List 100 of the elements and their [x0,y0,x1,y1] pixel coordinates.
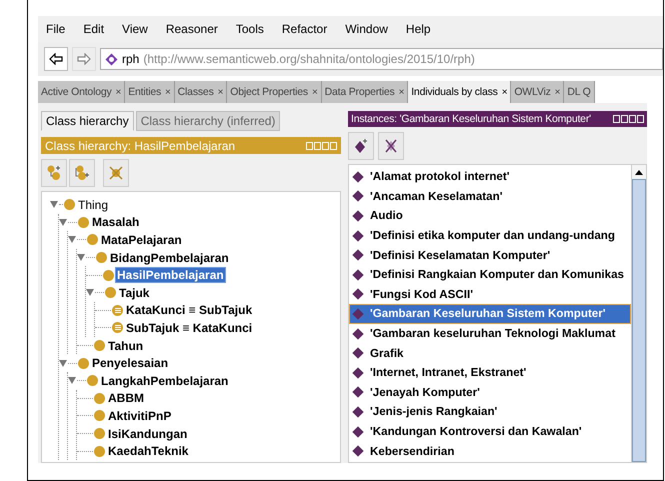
menu-item[interactable]: View [122,22,148,36]
menu-item[interactable]: File [46,22,66,36]
menu-item[interactable]: Edit [83,22,104,36]
close-icon[interactable]: × [165,86,171,98]
individual-icon [352,328,364,340]
individual-item[interactable]: Kebersendirian [349,441,631,461]
individual-item[interactable]: 'Ancaman Keselamatan' [349,186,631,206]
delete-icon [383,138,399,154]
individual-item[interactable]: Audio [349,206,631,226]
individual-item[interactable]: 'Jenis-jenis Rangkaian' [349,402,631,422]
individual-item[interactable]: 'Gambaran Keseluruhan Sistem Komputer' [349,304,631,324]
ontology-icon [105,52,118,66]
right-arrow-icon [77,53,91,65]
expand-arrow-icon[interactable] [68,236,76,244]
tree-item[interactable]: BidangPembelajaran [109,250,230,265]
close-icon[interactable]: × [116,86,122,98]
individual-icon [352,171,364,182]
left-arrow-icon [49,53,63,65]
close-icon[interactable]: × [398,86,404,98]
menu-item[interactable]: Refactor [282,22,328,36]
tab[interactable]: Classes × [174,81,228,103]
tab[interactable]: Entities × [125,81,175,103]
individual-icon [352,308,364,320]
individual-item[interactable]: 'Definisi Keselamatan Komputer' [349,245,631,265]
class-icon [87,234,98,246]
expand-arrow-icon[interactable] [59,218,67,226]
individual-icon [352,269,364,280]
tree-item[interactable]: Penyelesaian [91,356,170,370]
close-icon[interactable]: × [312,86,318,98]
class-icon [94,446,105,457]
tab[interactable]: OWLViz × [511,81,564,103]
add-sibling-button[interactable] [69,159,95,187]
individual-item[interactable]: 'Gambaran keseluruhan Teknologi Maklumat [349,324,631,344]
expand-arrow-icon[interactable] [68,377,76,384]
individual-icon [352,250,364,261]
tree-item[interactable]: SubTajuk ≡ KataKunci [125,320,254,335]
tab[interactable]: Data Properties × [322,81,408,103]
scrollbar[interactable] [631,165,646,462]
class-icon [105,287,116,298]
individual-icon [352,288,364,300]
add-individual-button[interactable] [348,132,374,160]
tree-item[interactable]: IsiKandungan [107,426,188,441]
menu-item[interactable]: Reasoner [166,22,218,36]
individual-item[interactable]: Grafik [349,343,631,363]
individual-icon [352,386,364,398]
individual-icon [352,406,364,418]
add-sibling-icon [74,165,90,181]
ontology-iri-field[interactable]: rph (http://www.semanticweb.org/shahnita/ontologies/2015/10/rph) [100,48,663,70]
tab[interactable]: DL Q [564,81,595,103]
class-icon [94,340,105,352]
tree-item[interactable]: Tahun [107,338,144,353]
tree-item[interactable]: KataKunci ≡ SubTajuk [125,303,254,318]
tree-item[interactable]: Masalah [91,215,140,230]
tree-item[interactable]: Tajuk [118,286,150,300]
equivalent-class-icon [112,322,123,334]
individual-icon [352,347,364,359]
expand-arrow-icon[interactable] [59,360,67,367]
tab[interactable]: Object Properties × [227,81,322,103]
individual-icon [352,367,364,378]
class-icon [103,270,114,281]
tab[interactable]: Individuals by class × [408,81,512,103]
tree-item[interactable]: Thing [77,198,110,212]
add-individual-icon [353,138,369,154]
individual-item[interactable]: 'Definisi Rangkaian Komputer dan Komunikas [349,264,631,285]
scroll-up-icon[interactable] [635,170,643,174]
individual-item[interactable]: 'Internet, Intranet, Ekstranet' [349,362,631,383]
class-icon [78,216,89,228]
tab[interactable]: Class hierarchy [41,111,134,131]
close-icon[interactable]: × [502,86,508,98]
menu-item[interactable]: Window [345,22,388,36]
tab[interactable]: Active Ontology × [38,81,126,103]
expand-arrow-icon[interactable] [50,201,58,208]
close-icon[interactable]: × [218,86,224,98]
delete-individual-button[interactable] [378,132,404,160]
menu-item[interactable]: Help [406,22,431,36]
individual-item[interactable]: 'Fungsi Kod ASCII' [349,284,631,304]
expand-arrow-icon[interactable] [77,254,85,262]
individual-icon [352,210,364,222]
class-icon [87,375,98,386]
panel-header: Class hierarchy: HasilPembelajaran [41,137,341,154]
class-icon [94,428,105,440]
back-button[interactable] [44,47,68,71]
individual-item[interactable]: 'Kandungan Kontroversi dan Kawalan' [349,422,631,442]
menu-item[interactable]: Tools [236,22,264,36]
tree-item[interactable]: HasilPembelajaran [116,268,225,282]
tree-item[interactable]: MataPelajaran [100,232,183,247]
tree-item[interactable]: KaedahTeknik [107,444,190,458]
add-subclass-icon [46,165,62,181]
close-icon[interactable]: × [554,86,560,98]
tree-item[interactable]: LangkahPembelajaran [100,374,230,388]
tab[interactable]: Class hierarchy (inferred) [136,111,280,131]
class-icon [94,410,105,422]
individual-item[interactable]: 'Definisi etika komputer dan undang-undang [349,226,631,246]
class-icon [64,199,75,210]
delete-class-button[interactable] [103,159,129,187]
individual-item[interactable]: 'Alamat protokol internet' [349,167,631,187]
tree-item[interactable]: AktivitiPnP [107,408,172,423]
individual-item[interactable]: 'Jenayah Komputer' [349,382,631,402]
tree-item[interactable]: ABBM [107,391,145,406]
expand-arrow-icon[interactable] [86,289,94,296]
